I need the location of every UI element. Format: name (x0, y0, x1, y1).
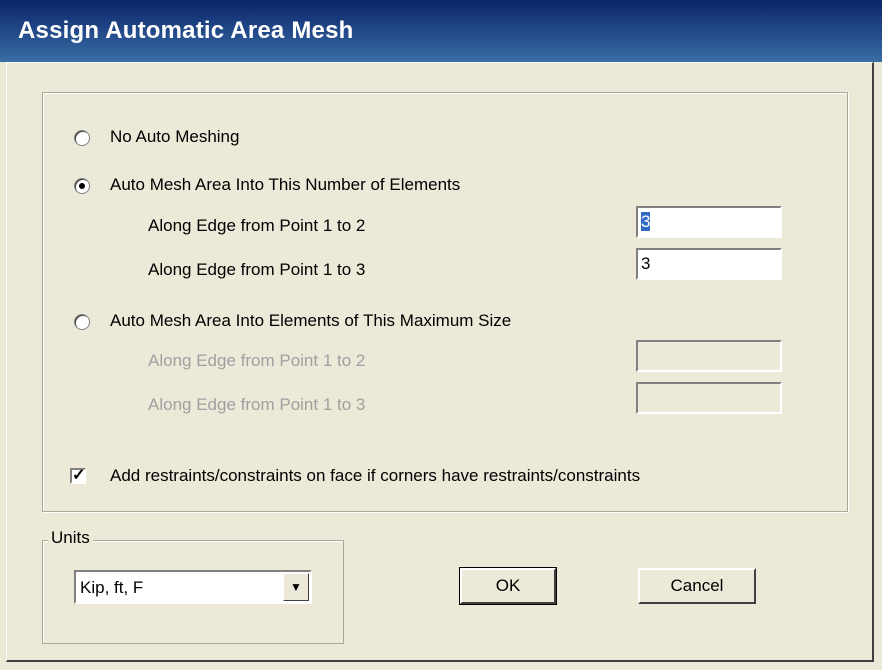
restraints-checkbox[interactable]: ✓ (70, 468, 86, 484)
checkmark-icon: ✓ (72, 467, 86, 484)
mesh-by-size-label: Auto Mesh Area Into Elements of This Max… (110, 311, 512, 330)
mesh-by-size-radio[interactable] (74, 314, 90, 330)
size-edge-1-2-label: Along Edge from Point 1 to 2 (148, 351, 366, 370)
ok-button[interactable]: OK (459, 567, 557, 605)
window-title: Assign Automatic Area Mesh (18, 17, 354, 44)
number-edge-1-3-label: Along Edge from Point 1 to 3 (148, 260, 366, 279)
restraints-label: Add restraints/constraints on face if co… (110, 466, 641, 485)
title-bar: Assign Automatic Area Mesh (0, 0, 882, 62)
number-edge-1-2-label: Along Edge from Point 1 to 2 (148, 216, 366, 235)
dropdown-arrow-icon[interactable]: ▼ (283, 573, 309, 601)
mesh-by-number-label: Auto Mesh Area Into This Number of Eleme… (110, 175, 461, 194)
units-select[interactable]: Kip, ft, F ▼ (74, 570, 312, 604)
no-auto-meshing-label: No Auto Meshing (110, 127, 240, 146)
no-auto-meshing-radio[interactable] (74, 130, 90, 146)
mesh-options-group (42, 92, 848, 512)
mesh-by-number-radio[interactable] (74, 178, 90, 194)
cancel-button[interactable]: Cancel (638, 568, 756, 604)
size-edge-1-3-label: Along Edge from Point 1 to 3 (148, 395, 366, 414)
number-edge-1-3-input[interactable]: 3 (636, 248, 782, 280)
units-selected-value: Kip, ft, F (80, 578, 144, 597)
size-edge-1-2-input[interactable] (636, 340, 782, 372)
size-edge-1-3-input[interactable] (636, 382, 782, 414)
units-legend: Units (48, 528, 93, 548)
number-edge-1-2-input[interactable]: 3 (636, 206, 782, 238)
